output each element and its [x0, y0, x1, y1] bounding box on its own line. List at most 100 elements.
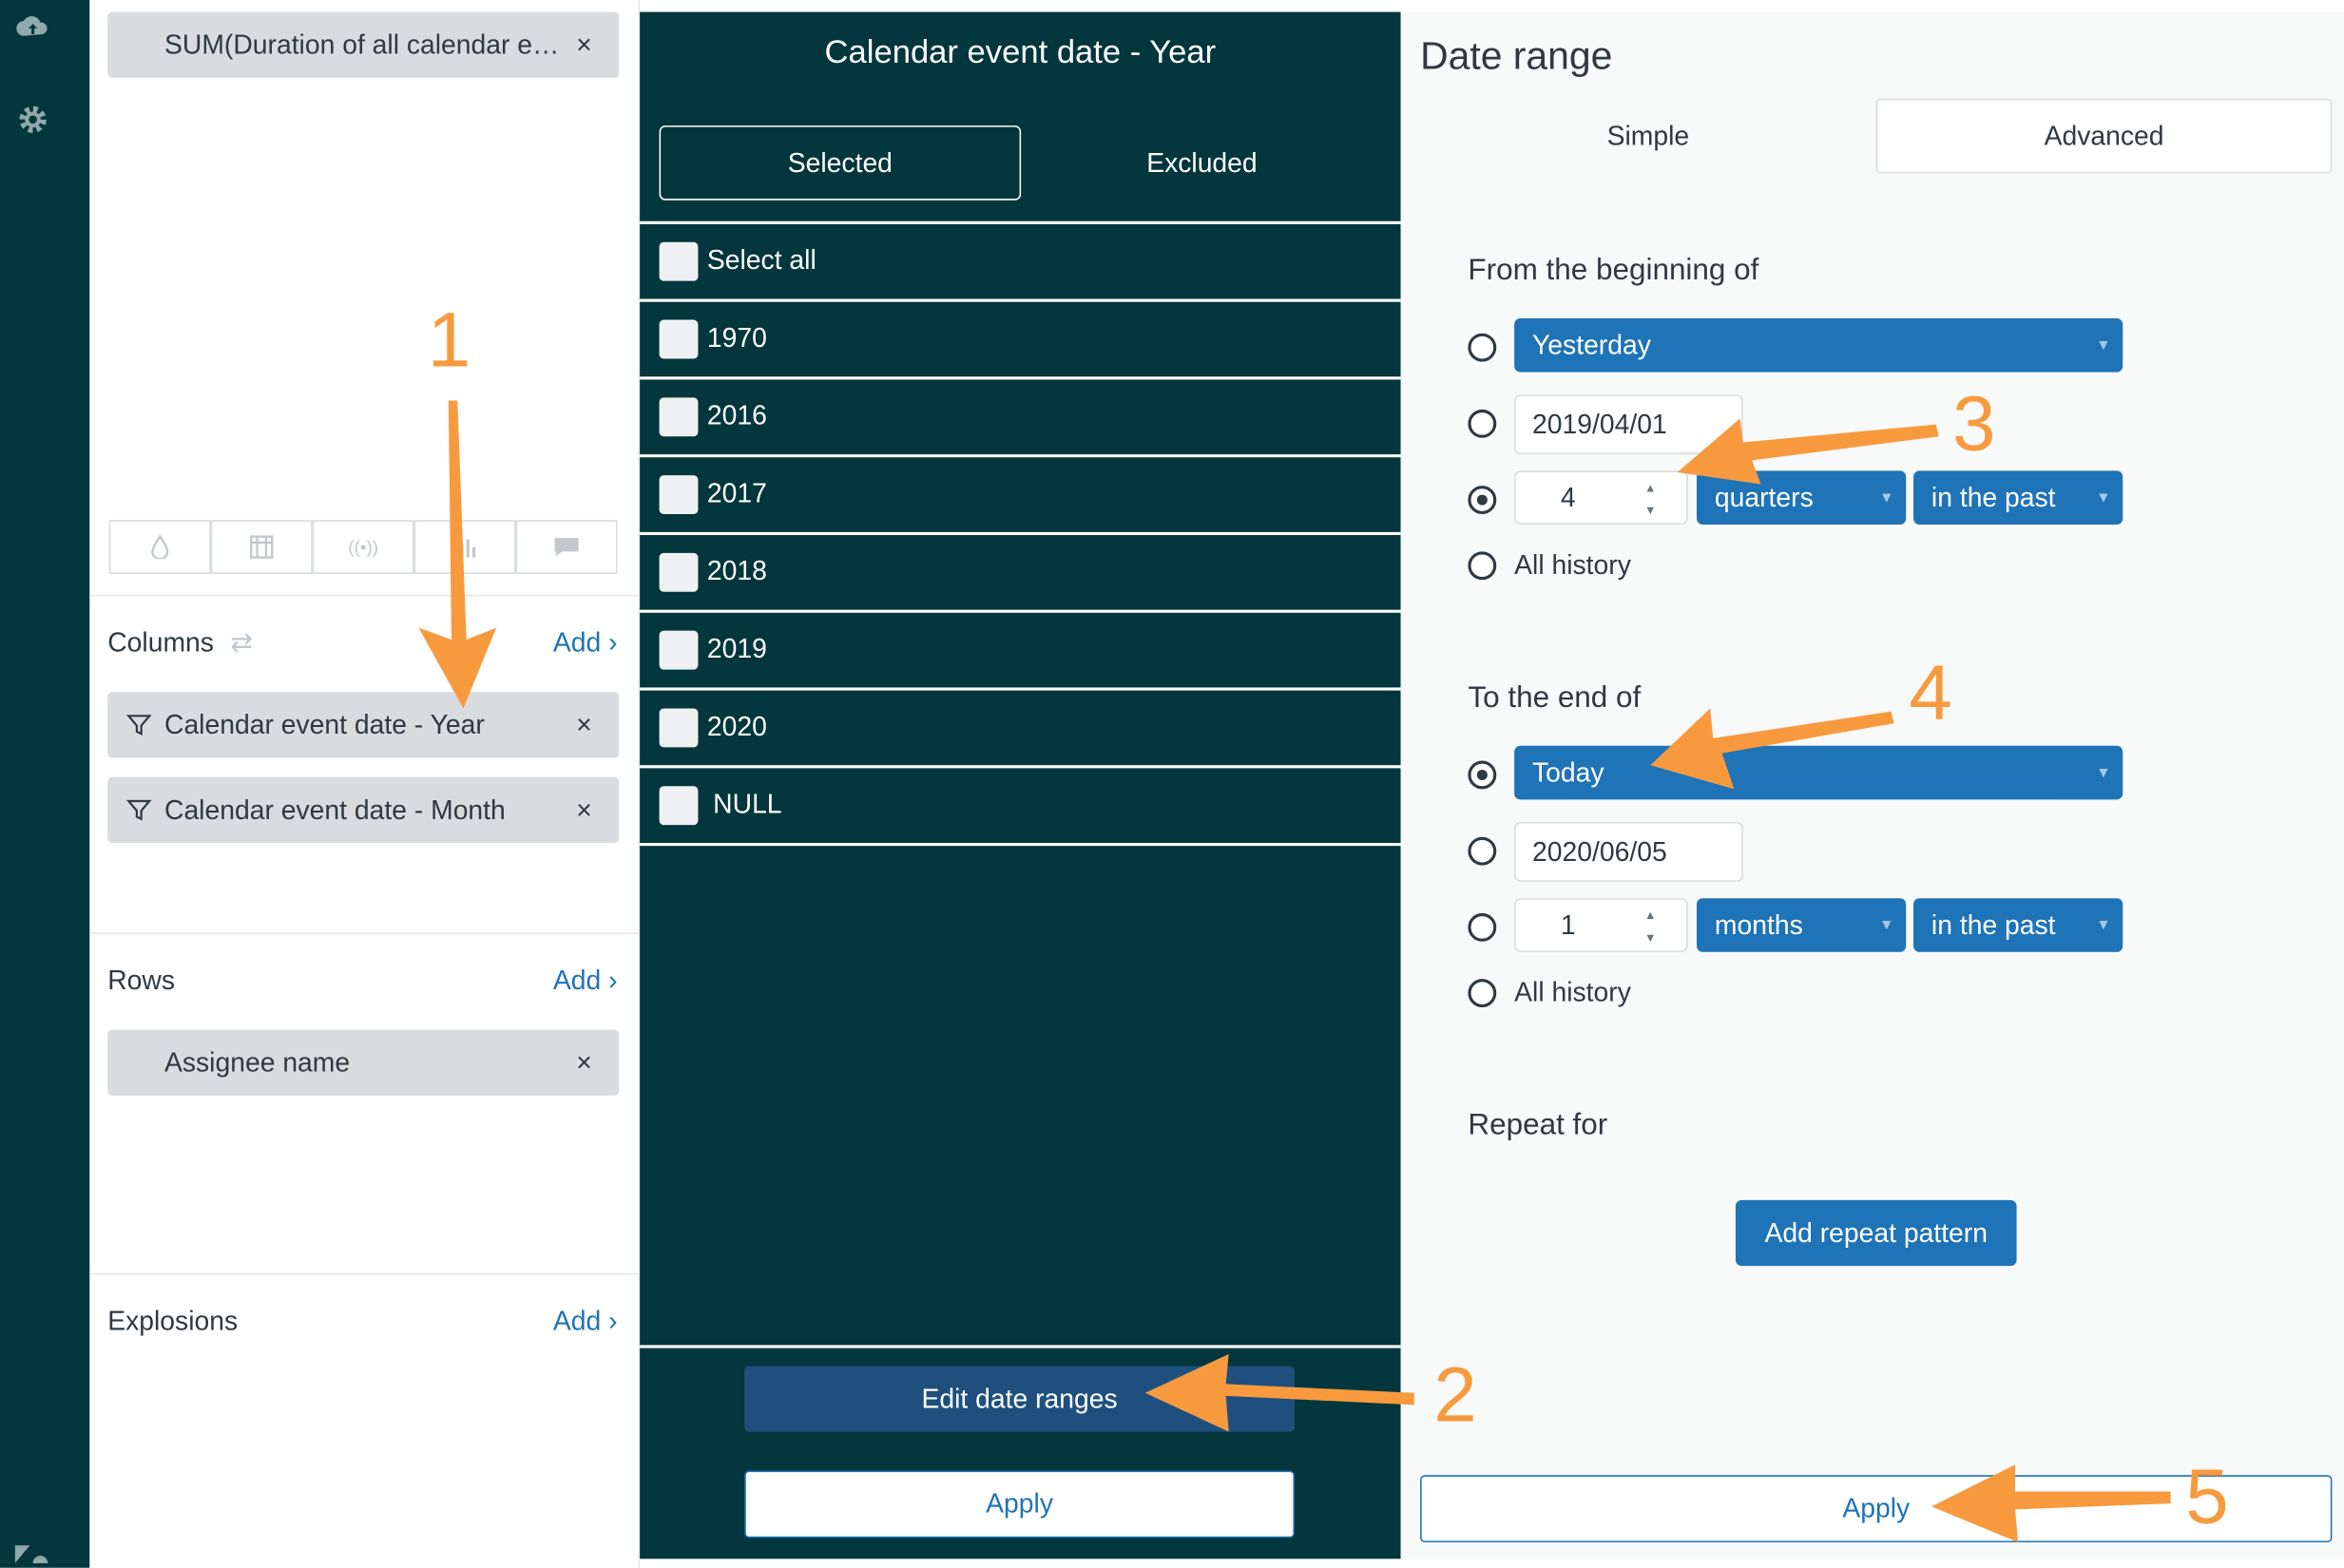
column-label: Calendar event date - Month	[163, 794, 506, 825]
checkbox[interactable]	[659, 318, 699, 358]
from-preset-select[interactable]: Yesterday ▼	[1514, 317, 2123, 373]
checkbox[interactable]	[659, 396, 699, 436]
add-repeat-pattern-button[interactable]: Add repeat pattern	[1735, 1199, 2017, 1267]
column-label: Calendar event date - Year	[163, 709, 485, 739]
to-preset-select[interactable]: Today ▼	[1514, 745, 2123, 800]
date-range-title: Date range	[1420, 32, 1613, 78]
date-range-panel: Date range Simple Advanced From the begi…	[1400, 11, 2344, 1559]
tab-advanced[interactable]: Advanced	[1875, 98, 2333, 174]
from-all-history-radio[interactable]	[1468, 551, 1497, 581]
annotation-number-4: 4	[1909, 650, 1952, 737]
from-all-history-label: All history	[1514, 549, 1631, 581]
column-pill[interactable]: Calendar event date - Month ×	[107, 776, 620, 844]
annotation-number-2: 2	[1433, 1352, 1477, 1440]
edit-date-ranges-button[interactable]: Edit date ranges	[744, 1366, 1295, 1432]
gear-icon[interactable]	[15, 102, 51, 138]
to-date-input[interactable]: 2020/06/05	[1514, 821, 1743, 882]
filter-title: Calendar event date - Year	[824, 32, 1217, 70]
remove-metric-button[interactable]: ×	[576, 29, 592, 61]
option-row[interactable]: 2016	[640, 376, 1401, 452]
explosions-title: Explosions	[107, 1306, 239, 1336]
to-preset-radio[interactable]	[1468, 760, 1497, 790]
filter-icon	[125, 799, 152, 821]
checkbox[interactable]	[659, 629, 699, 669]
to-unit-select[interactable]: months ▼	[1697, 898, 1907, 952]
divider	[89, 594, 641, 597]
column-pill[interactable]: Calendar event date - Year ×	[107, 692, 620, 758]
annotation-number-3: 3	[1951, 381, 1996, 468]
columns-title: Columns ⇄	[107, 627, 254, 658]
to-date-radio[interactable]	[1468, 836, 1497, 866]
app-rail	[0, 0, 90, 1568]
divider	[640, 1345, 1401, 1348]
from-date-input[interactable]: 2019/04/01	[1514, 394, 1743, 455]
dropdown-caret-icon: ▼	[2096, 764, 2111, 781]
to-all-history-radio[interactable]	[1468, 979, 1497, 1007]
to-relative-radio[interactable]	[1468, 912, 1497, 942]
metric-pill[interactable]: SUM(Duration of all calendar e… ×	[107, 11, 620, 78]
stepper-down-icon[interactable]: ▼	[1644, 931, 1656, 945]
stepper-up-icon[interactable]: ▲	[1644, 908, 1656, 922]
row-pill[interactable]: Assignee name ×	[107, 1029, 620, 1096]
table-icon[interactable]	[210, 520, 313, 574]
from-direction-select[interactable]: in the past ▼	[1913, 470, 2123, 526]
rows-title: Rows	[107, 965, 176, 996]
drop-icon[interactable]	[108, 520, 211, 574]
filter-icon	[125, 715, 152, 736]
checkbox[interactable]	[659, 240, 699, 280]
tab-selected[interactable]: Selected	[659, 125, 1022, 201]
option-row[interactable]: 2018	[640, 531, 1401, 608]
to-all-history-label: All history	[1514, 977, 1631, 1007]
option-row[interactable]: 2020	[640, 687, 1401, 763]
checkbox[interactable]	[659, 785, 699, 825]
dropdown-caret-icon: ▼	[1879, 916, 1894, 934]
divider	[89, 1272, 641, 1275]
tab-excluded[interactable]: Excluded	[1021, 125, 1383, 201]
checkbox[interactable]	[659, 474, 699, 514]
stepper-up-icon[interactable]: ▲	[1644, 481, 1656, 494]
from-preset-radio[interactable]	[1468, 333, 1497, 362]
option-row[interactable]: 2019	[640, 609, 1401, 686]
option-row[interactable]: 2017	[640, 454, 1401, 530]
remove-row-button[interactable]: ×	[576, 1047, 592, 1079]
repeat-heading: Repeat for	[1468, 1108, 1608, 1142]
zendesk-logo	[14, 1539, 51, 1568]
option-select-all[interactable]: Select all	[640, 220, 1401, 297]
attribute-filter-panel: Calendar event date - Year Selected Excl…	[640, 11, 1401, 1559]
add-explosion-link[interactable]: Add ›	[553, 1307, 618, 1338]
metric-label: SUM(Duration of all calendar e…	[163, 29, 560, 60]
to-heading: To the end of	[1468, 681, 1642, 715]
option-row[interactable]: NULL	[640, 765, 1401, 841]
stepper-down-icon[interactable]: ▼	[1644, 504, 1656, 517]
remove-column-button[interactable]: ×	[576, 794, 592, 826]
from-relative-radio[interactable]	[1468, 486, 1497, 515]
checkbox[interactable]	[659, 552, 699, 592]
query-builder-panel: SUM(Duration of all calendar e… × ((•)) …	[89, 0, 641, 1568]
to-number-stepper[interactable]: 1 ▲ ▼	[1514, 898, 1688, 952]
checkbox[interactable]	[659, 707, 699, 747]
cloud-upload-icon[interactable]	[15, 9, 51, 45]
divider	[89, 932, 641, 934]
from-heading: From the beginning of	[1468, 254, 1759, 287]
dropdown-caret-icon: ▼	[1879, 489, 1894, 507]
option-row[interactable]: 1970	[640, 298, 1401, 375]
to-direction-select[interactable]: in the past ▼	[1913, 898, 2123, 952]
from-number-stepper[interactable]: 4 ▲ ▼	[1514, 470, 1688, 526]
tab-simple[interactable]: Simple	[1420, 99, 1876, 174]
divider	[640, 843, 1401, 847]
dropdown-caret-icon: ▼	[2096, 916, 2111, 934]
annotation-number-1: 1	[427, 296, 471, 385]
add-column-link[interactable]: Add ›	[553, 628, 618, 660]
from-date-radio[interactable]	[1468, 409, 1497, 438]
from-unit-select[interactable]: quarters ▼	[1697, 470, 1907, 526]
add-row-link[interactable]: Add ›	[553, 966, 618, 997]
apply-filter-button[interactable]: Apply	[744, 1470, 1295, 1539]
annotation-number-5: 5	[2185, 1454, 2229, 1541]
comment-icon[interactable]	[515, 520, 618, 574]
chart-icon[interactable]	[413, 520, 516, 574]
swap-icon[interactable]: ⇄	[230, 628, 253, 658]
remove-column-button[interactable]: ×	[576, 709, 592, 740]
dropdown-caret-icon: ▼	[2096, 489, 2111, 507]
broadcast-icon[interactable]: ((•))	[312, 520, 414, 574]
row-label: Assignee name	[163, 1046, 351, 1078]
